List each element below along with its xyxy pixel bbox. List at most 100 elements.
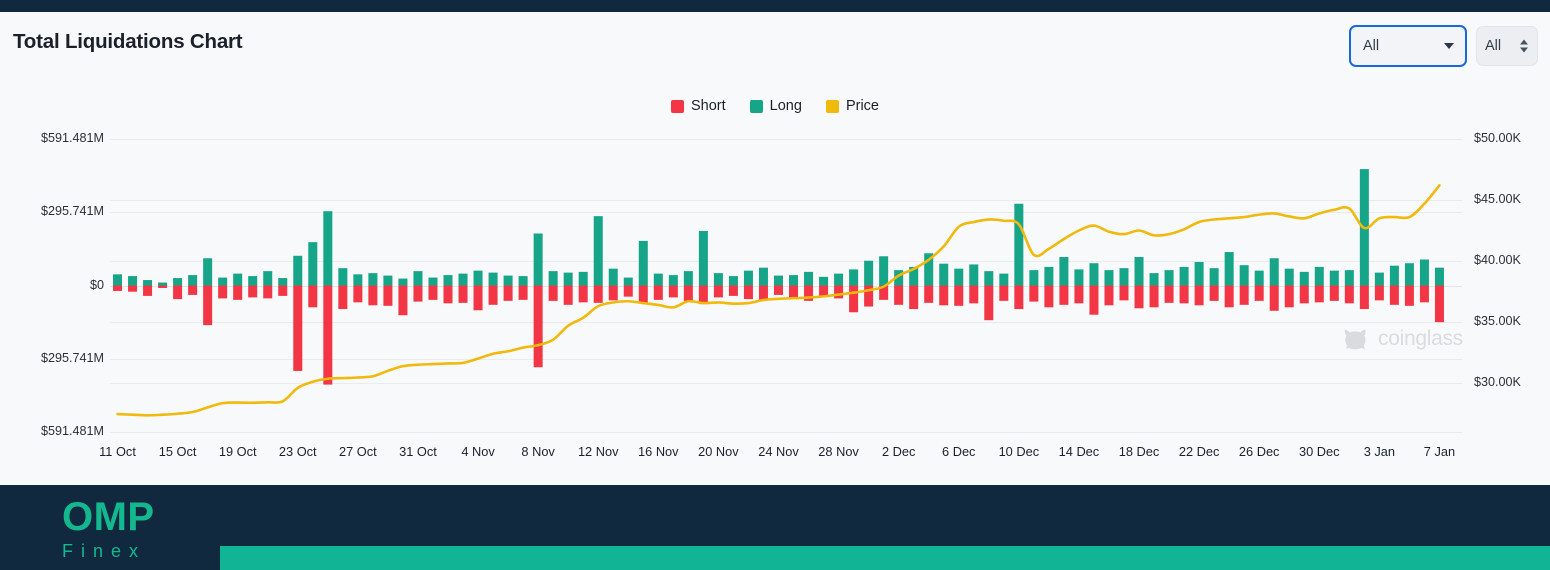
bar-long[interactable]	[1029, 270, 1039, 286]
bar-long[interactable]	[864, 260, 874, 286]
bar-long[interactable]	[383, 275, 393, 286]
bar-short[interactable]	[1179, 285, 1189, 304]
bar-short[interactable]	[683, 285, 693, 301]
bar-short[interactable]	[728, 285, 738, 296]
bar-short[interactable]	[428, 285, 438, 300]
bar-long[interactable]	[338, 268, 348, 286]
bar-short[interactable]	[909, 285, 919, 310]
bar-short[interactable]	[1359, 285, 1369, 310]
bar-long[interactable]	[398, 278, 408, 286]
bar-long[interactable]	[428, 277, 438, 286]
bar-short[interactable]	[1014, 285, 1024, 310]
bar-long[interactable]	[218, 277, 228, 286]
bar-short[interactable]	[1299, 285, 1309, 304]
bar-long[interactable]	[263, 271, 273, 286]
bar-short[interactable]	[443, 285, 453, 304]
bar-long[interactable]	[999, 273, 1009, 286]
bar-short[interactable]	[1329, 285, 1339, 301]
bar-short[interactable]	[1134, 285, 1144, 309]
bar-long[interactable]	[1374, 272, 1384, 286]
bar-long[interactable]	[1179, 266, 1189, 286]
bar-long[interactable]	[1239, 265, 1249, 286]
bar-long[interactable]	[1434, 267, 1444, 286]
bar-long[interactable]	[939, 263, 949, 286]
bar-short[interactable]	[713, 285, 723, 298]
bar-short[interactable]	[158, 285, 168, 288]
bar-short[interactable]	[353, 285, 363, 303]
bar-long[interactable]	[518, 276, 528, 286]
bar-long[interactable]	[1044, 266, 1054, 286]
bar-long[interactable]	[503, 275, 513, 286]
bar-long[interactable]	[849, 269, 859, 286]
bar-long[interactable]	[728, 276, 738, 286]
bar-long[interactable]	[578, 271, 588, 286]
bar-short[interactable]	[1164, 285, 1174, 303]
bar-short[interactable]	[1149, 285, 1159, 308]
bar-short[interactable]	[1104, 285, 1114, 306]
bar-short[interactable]	[473, 285, 483, 311]
bar-short[interactable]	[1404, 285, 1414, 306]
bar-long[interactable]	[834, 273, 844, 286]
bar-long[interactable]	[683, 271, 693, 286]
bar-long[interactable]	[443, 275, 453, 286]
bar-short[interactable]	[1239, 285, 1249, 305]
bar-long[interactable]	[473, 270, 483, 286]
bar-long[interactable]	[188, 275, 198, 286]
bar-long[interactable]	[1119, 268, 1129, 286]
bar-short[interactable]	[1224, 285, 1234, 308]
bar-short[interactable]	[849, 285, 859, 313]
bar-short[interactable]	[1044, 285, 1054, 308]
bar-long[interactable]	[758, 267, 768, 286]
bar-short[interactable]	[233, 285, 243, 300]
bar-long[interactable]	[128, 276, 138, 286]
bar-long[interactable]	[713, 273, 723, 286]
bar-long[interactable]	[413, 271, 423, 286]
bar-long[interactable]	[353, 274, 363, 286]
bar-long[interactable]	[608, 268, 618, 286]
bar-long[interactable]	[1344, 270, 1354, 286]
bar-long[interactable]	[969, 264, 979, 286]
bar-long[interactable]	[368, 273, 378, 286]
bar-long[interactable]	[1194, 261, 1204, 286]
bar-short[interactable]	[999, 285, 1009, 301]
bar-short[interactable]	[398, 285, 408, 316]
bar-short[interactable]	[128, 285, 138, 292]
bar-short[interactable]	[758, 285, 768, 300]
bar-short[interactable]	[834, 285, 844, 299]
bar-short[interactable]	[503, 285, 513, 301]
bar-short[interactable]	[278, 285, 288, 296]
bar-short[interactable]	[939, 285, 949, 306]
bar-long[interactable]	[819, 276, 829, 286]
bar-long[interactable]	[1089, 263, 1099, 286]
bar-short[interactable]	[653, 285, 663, 300]
bar-short[interactable]	[638, 285, 648, 303]
bar-short[interactable]	[1284, 285, 1294, 308]
bar-short[interactable]	[924, 285, 934, 303]
bar-long[interactable]	[1404, 263, 1414, 286]
bar-short[interactable]	[458, 285, 468, 303]
bar-short[interactable]	[773, 285, 783, 295]
bar-long[interactable]	[113, 274, 123, 286]
bar-long[interactable]	[488, 272, 498, 286]
bar-short[interactable]	[1389, 285, 1399, 305]
bar-short[interactable]	[113, 285, 123, 291]
bar-short[interactable]	[518, 285, 528, 300]
bar-long[interactable]	[1269, 258, 1279, 286]
bar-short[interactable]	[743, 285, 753, 300]
bar-long[interactable]	[698, 231, 708, 286]
bar-short[interactable]	[894, 285, 904, 305]
bar-long[interactable]	[248, 276, 258, 286]
bar-long[interactable]	[1074, 269, 1084, 286]
bar-short[interactable]	[623, 285, 633, 297]
bar-short[interactable]	[1419, 285, 1429, 303]
bar-long[interactable]	[533, 233, 543, 286]
bar-long[interactable]	[1014, 203, 1024, 286]
bar-short[interactable]	[578, 285, 588, 303]
bar-long[interactable]	[308, 242, 318, 286]
bar-short[interactable]	[668, 285, 678, 298]
bar-short[interactable]	[698, 285, 708, 305]
bar-long[interactable]	[143, 280, 153, 286]
bar-long[interactable]	[804, 271, 814, 286]
bar-short[interactable]	[338, 285, 348, 310]
bar-long[interactable]	[1284, 268, 1294, 286]
